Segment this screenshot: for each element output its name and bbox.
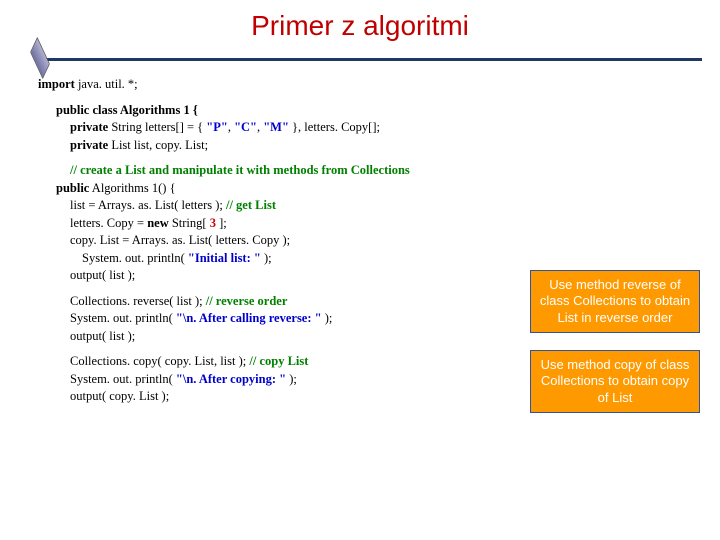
- comment-create-list: // create a List and manipulate it with …: [38, 162, 720, 180]
- string-P: "P": [206, 120, 228, 134]
- comment-get-list: // get List: [226, 198, 276, 212]
- string-after-copying: "\n. After copying: ": [176, 372, 286, 386]
- callout-reverse: Use method reverse of class Collections …: [530, 270, 700, 333]
- slide-title: Primer z algoritmi: [0, 0, 720, 42]
- constructor-sig: Algorithms 1() {: [89, 181, 175, 195]
- assign-list: list = Arrays. as. List( letters );: [70, 198, 226, 212]
- println-2b: );: [322, 311, 333, 325]
- title-underline: [0, 54, 720, 66]
- string-M: "M": [263, 120, 289, 134]
- println-2a: System. out. println(: [70, 311, 176, 325]
- class-signature: public class Algorithms 1 {: [38, 102, 720, 120]
- letters-copy-c: ];: [216, 216, 227, 230]
- callout-copy: Use method copy of class Collections to …: [530, 350, 700, 413]
- import-statement: java. util. *;: [75, 77, 138, 91]
- letters-copy-b: String[: [169, 216, 210, 230]
- println-1b: );: [261, 251, 272, 265]
- collections-copy: Collections. copy( copy. List, list );: [70, 354, 249, 368]
- field-list-decl: List list, copy. List;: [108, 138, 208, 152]
- string-initial-list: "Initial list: ": [188, 251, 261, 265]
- field-letters-tail: }, letters. Copy[];: [289, 120, 380, 134]
- keyword-public: public: [56, 181, 89, 195]
- comment-copy-list: // copy List: [249, 354, 308, 368]
- keyword-private-2: private: [70, 138, 108, 152]
- keyword-private: private: [70, 120, 108, 134]
- letters-copy-a: letters. Copy =: [70, 216, 147, 230]
- comment-reverse: // reverse order: [206, 294, 288, 308]
- keyword-import: import: [38, 77, 75, 91]
- horizontal-rule: [40, 58, 702, 61]
- assign-copylist: copy. List = Arrays. as. List( letters. …: [38, 232, 720, 250]
- collections-reverse: Collections. reverse( list );: [70, 294, 206, 308]
- println-3b: );: [286, 372, 297, 386]
- string-after-reverse: "\n. After calling reverse: ": [176, 311, 322, 325]
- println-1a: System. out. println(: [82, 251, 188, 265]
- println-3a: System. out. println(: [70, 372, 176, 386]
- keyword-new: new: [147, 216, 169, 230]
- string-C: "C": [234, 120, 257, 134]
- field-letters-decl: String letters[] = {: [108, 120, 206, 134]
